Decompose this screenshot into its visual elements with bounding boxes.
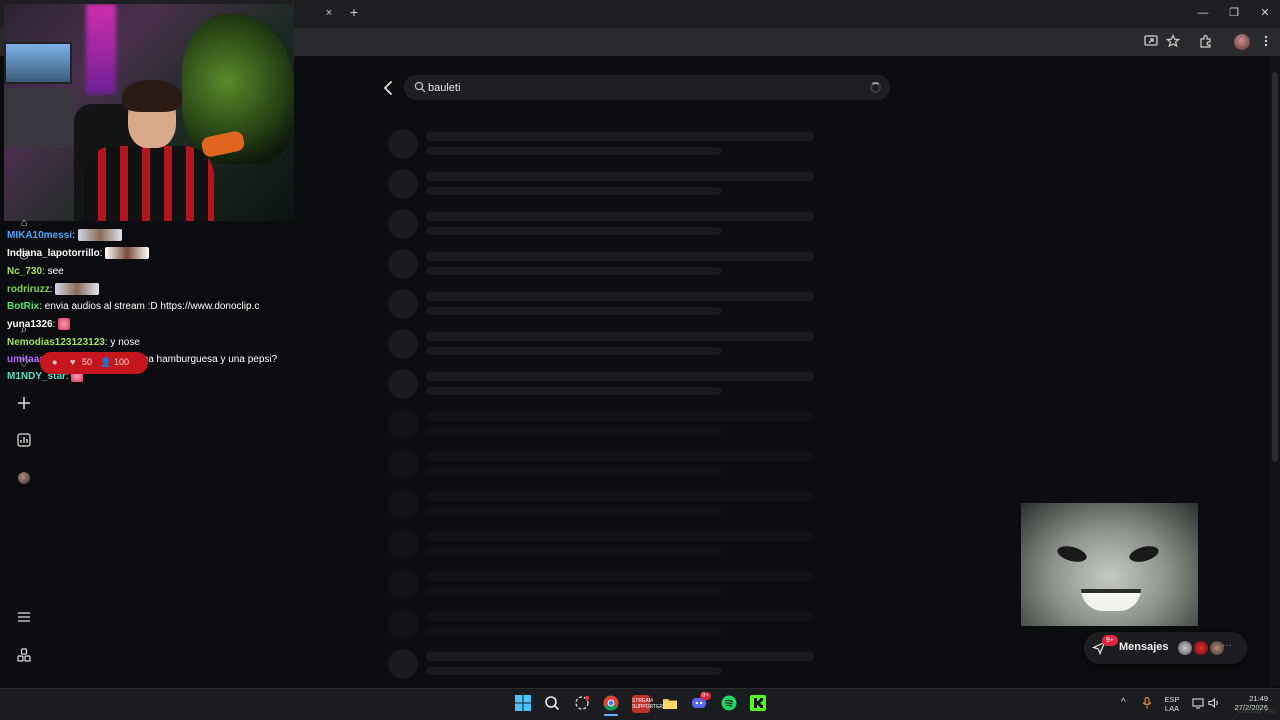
capybara-emote xyxy=(105,247,150,260)
skeleton-row xyxy=(388,129,818,161)
dog-emote xyxy=(77,229,122,242)
minimize-button[interactable]: — xyxy=(1194,5,1212,21)
skeleton-row xyxy=(388,489,818,521)
stats-icon[interactable] xyxy=(16,433,32,449)
file-explorer-icon[interactable] xyxy=(661,695,679,713)
more-icon[interactable]: ··· xyxy=(1222,640,1232,651)
chat-message: Nc_730: see xyxy=(7,266,64,277)
skeleton-row xyxy=(388,169,818,201)
avatar[interactable] xyxy=(16,470,32,486)
network-icon[interactable] xyxy=(1192,697,1204,712)
likes-icon: ♥ xyxy=(70,357,76,367)
likes-count: 50 xyxy=(82,357,93,367)
skeleton-row xyxy=(388,289,818,321)
profile-avatar[interactable] xyxy=(1234,34,1250,50)
menu-icon[interactable] xyxy=(16,610,32,626)
cast-icon[interactable] xyxy=(1143,34,1159,50)
dog-emote xyxy=(55,283,100,296)
skeleton-row xyxy=(388,609,818,641)
close-window-button[interactable]: ✕ xyxy=(1256,5,1274,21)
heart-emote xyxy=(58,318,71,331)
skeleton-row xyxy=(388,369,818,401)
new-tab-button[interactable]: + xyxy=(346,4,362,20)
active-app-indicator xyxy=(604,714,618,716)
spotify-icon[interactable] xyxy=(720,695,738,713)
extensions-icon[interactable] xyxy=(1198,34,1214,50)
tab-close-icon[interactable]: × xyxy=(322,6,336,20)
add-icon[interactable] xyxy=(16,396,32,412)
loading-spinner-icon xyxy=(870,82,881,93)
chat-text: see xyxy=(47,266,64,277)
skeleton-row xyxy=(388,529,818,561)
skeleton-row xyxy=(388,569,818,601)
skeleton-row xyxy=(388,409,818,441)
viewers-icon: 👤 xyxy=(100,357,112,367)
bookmark-star-icon[interactable] xyxy=(1165,34,1181,50)
chrome-icon[interactable] xyxy=(602,695,620,713)
apps-icon[interactable] xyxy=(16,648,32,664)
discord-badge: 9+ xyxy=(700,692,711,700)
chat-message: rodriruzz: xyxy=(7,281,100,299)
avatar xyxy=(1177,640,1193,656)
chevron-left-icon xyxy=(383,81,392,95)
viewers-count: 100 xyxy=(114,357,130,367)
chat-text: y nose xyxy=(110,337,140,348)
chat-username[interactable]: MIKA10messi xyxy=(7,230,72,241)
messages-label: Mensajes xyxy=(1119,641,1169,653)
tray-overflow-icon[interactable]: ^ xyxy=(1121,697,1126,708)
messages-badge: 9+ xyxy=(1102,635,1118,646)
heart-icon[interactable]: ♡ xyxy=(16,355,32,371)
skeleton-row xyxy=(388,249,818,281)
streamer-app-icon[interactable]: STREAM SUPPORTER xyxy=(632,695,663,713)
language-indicator[interactable]: ESP LAA xyxy=(1162,695,1182,713)
search-icon xyxy=(414,81,426,93)
live-stats-badge: ● ♥ 50 👤 100 xyxy=(40,352,148,374)
avatar xyxy=(1193,640,1209,656)
discord-icon[interactable]: 9+ xyxy=(690,692,711,713)
following-icon[interactable]: ◎ xyxy=(16,247,32,263)
home-icon[interactable]: ⌂ xyxy=(16,215,32,231)
restore-button[interactable]: ❐ xyxy=(1225,5,1243,21)
search-bar[interactable] xyxy=(404,75,890,100)
chat-username[interactable]: Nc_730 xyxy=(7,266,42,277)
search-icon[interactable] xyxy=(543,695,561,713)
windows-start-icon[interactable] xyxy=(514,695,532,713)
streamer-webcam xyxy=(4,4,294,221)
chat-username[interactable]: BotRix xyxy=(7,301,39,312)
chat-username[interactable]: Nemodias123123123 xyxy=(7,337,105,348)
skeleton-row xyxy=(388,449,818,481)
search-sidebar-icon[interactable]: ⌕ xyxy=(16,321,32,337)
search-input[interactable] xyxy=(428,78,828,97)
volume-icon[interactable] xyxy=(1208,697,1220,712)
microphone-icon[interactable] xyxy=(1142,696,1152,712)
kick-icon[interactable] xyxy=(749,695,767,713)
flame-icon: ● xyxy=(52,357,58,367)
copilot-icon[interactable] xyxy=(573,695,591,713)
chat-text: envia audios al stream :D https://www.do… xyxy=(44,301,260,312)
scrollbar-thumb[interactable] xyxy=(1272,72,1278,462)
back-button[interactable] xyxy=(380,78,398,98)
chat-username[interactable]: rodriruzz xyxy=(7,284,50,295)
chat-message: BotRix: envia audios al stream :D https:… xyxy=(7,301,260,312)
overlay-watermark: Overlay Pro xyxy=(1238,708,1275,715)
skeleton-row xyxy=(388,329,818,361)
meme-cat-overlay xyxy=(1021,503,1198,626)
skeleton-row xyxy=(388,209,818,241)
more-menu-icon[interactable] xyxy=(1258,34,1274,50)
skeleton-row xyxy=(388,649,818,681)
